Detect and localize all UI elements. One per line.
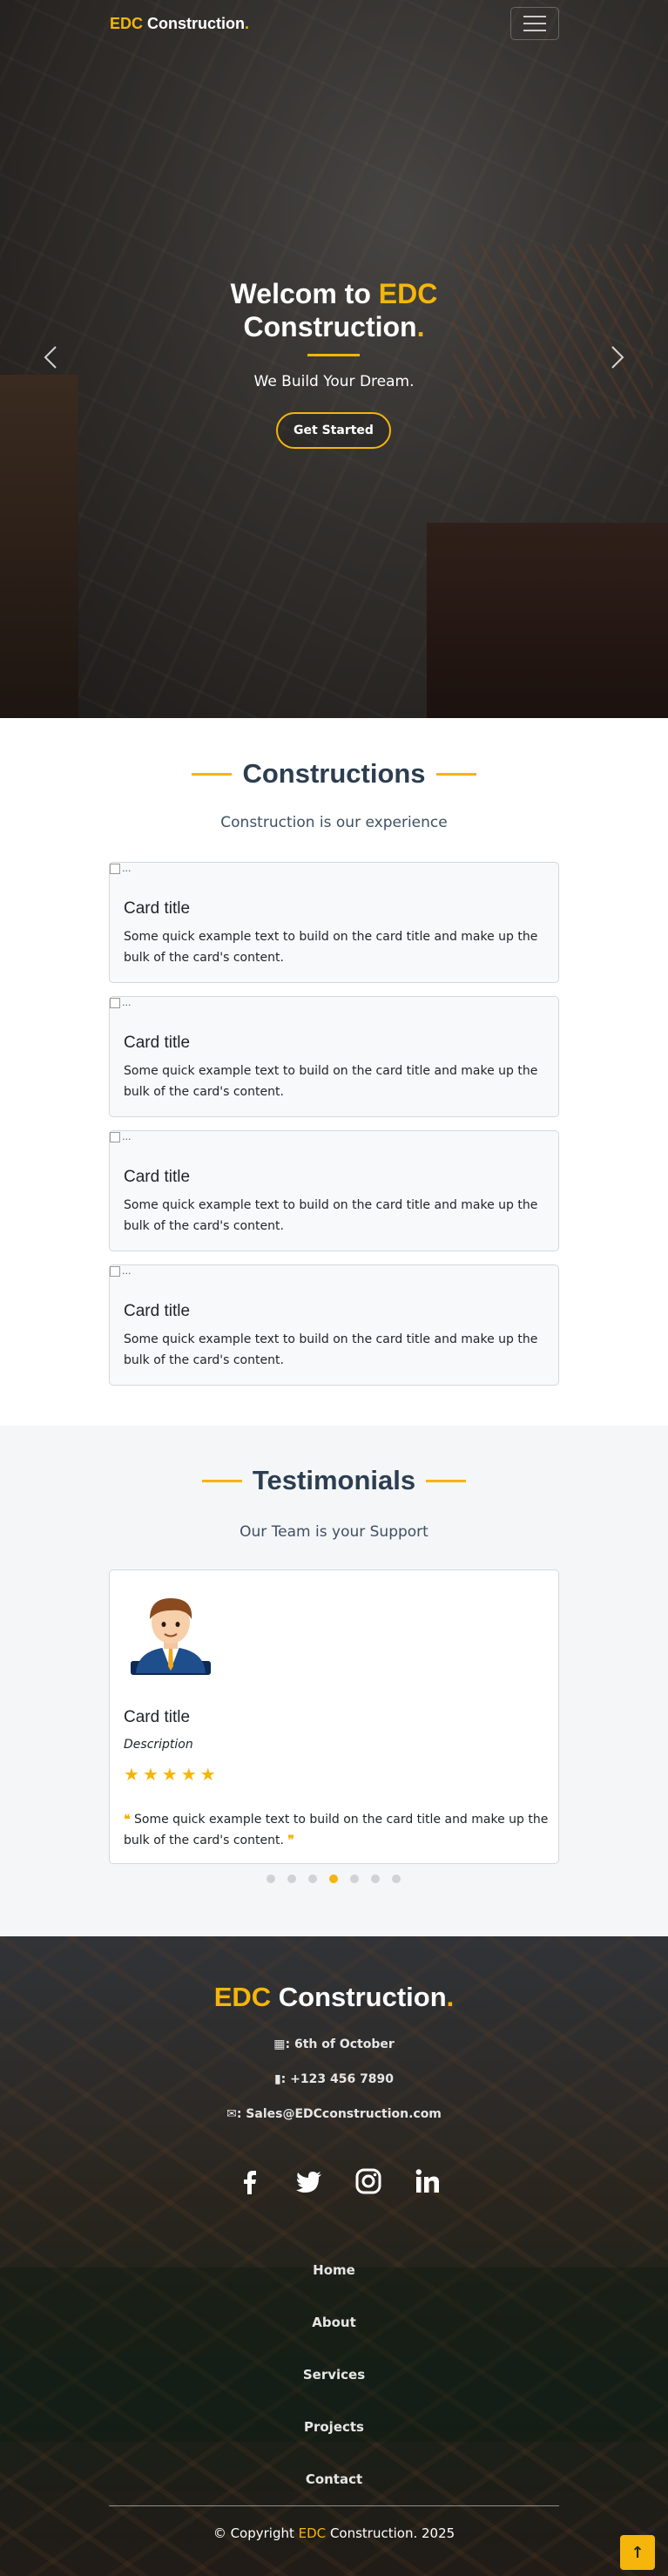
- footer-email[interactable]: ✉: Sales@EDCconstruction.com: [0, 2107, 668, 2121]
- menu-toggle-button[interactable]: [510, 7, 559, 40]
- star-icon: ★: [161, 1764, 178, 1785]
- testimonial-quote-text: Some quick example text to build on the …: [124, 1813, 549, 1847]
- social-links: [235, 2166, 442, 2196]
- testimonials-subtitle: Our Team is your Support: [240, 1523, 428, 1541]
- card-text: Some quick example text to build on the …: [124, 1064, 538, 1099]
- card-title: Card title: [124, 1302, 191, 1320]
- card-image-alt: ...: [122, 863, 132, 874]
- footer: EDC Construction. ▦: 6th of October ▮: +…: [0, 1936, 668, 2576]
- footer-phone[interactable]: ▮: +123 456 7890: [0, 2072, 668, 2086]
- footer-address-text: : 6th of October: [285, 2037, 395, 2051]
- footer-phone-text: : +123 456 7890: [280, 2072, 395, 2086]
- construction-card[interactable]: ... Card title Some quick example text t…: [109, 1130, 559, 1251]
- footer-link-home[interactable]: Home: [0, 2262, 668, 2278]
- hero-subtitle: We Build Your Dream.: [253, 373, 415, 390]
- testimonial-title: Card title: [124, 1708, 191, 1726]
- carousel-dot[interactable]: [308, 1874, 317, 1883]
- hero-title: Welcom to EDC Construction.: [230, 278, 438, 342]
- card-text: Some quick example text to build on the …: [124, 930, 538, 965]
- carousel-dot[interactable]: [371, 1874, 380, 1883]
- phone-icon: ▮: [273, 2072, 281, 2086]
- arrow-up-icon: ↑: [631, 2543, 644, 2562]
- carousel-prev-icon[interactable]: [38, 344, 64, 370]
- hamburger-icon: [523, 16, 546, 17]
- card-image-broken: ...: [110, 1265, 132, 1277]
- quote-left-icon: ❝: [124, 1813, 131, 1827]
- card-title: Card title: [124, 899, 191, 918]
- testimonials-heading: Testimonials: [0, 1465, 668, 1496]
- carousel-dot[interactable]: [267, 1874, 275, 1883]
- carousel-dot[interactable]: [392, 1874, 401, 1883]
- testimonials-title: Testimonials: [252, 1465, 416, 1495]
- footer-brand: EDC Construction.: [213, 1982, 455, 2012]
- get-started-button[interactable]: Get Started: [276, 412, 391, 449]
- testimonial-quote: ❝ Some quick example text to build on th…: [124, 1809, 550, 1851]
- brand-logo[interactable]: EDC Construction.: [110, 15, 249, 33]
- carousel-dot[interactable]: [287, 1874, 296, 1883]
- carousel-next-icon[interactable]: [604, 344, 630, 370]
- card-title: Card title: [124, 1168, 191, 1186]
- footer-email-text: : Sales@EDCconstruction.com: [236, 2107, 442, 2121]
- linkedin-icon[interactable]: [413, 2166, 442, 2196]
- card-image-alt: ...: [122, 997, 132, 1008]
- star-icon: ★: [124, 1764, 139, 1785]
- hero-divider: [307, 354, 360, 356]
- footer-link-contact[interactable]: Contact: [0, 2471, 668, 2487]
- footer-link-about[interactable]: About: [0, 2315, 668, 2330]
- navbar: EDC Construction.: [0, 0, 668, 49]
- card-text: Some quick example text to build on the …: [124, 1332, 538, 1367]
- star-icon: ★: [142, 1764, 159, 1785]
- hamburger-icon-line: [523, 30, 546, 31]
- carousel-indicators: [267, 1874, 401, 1883]
- card-title: Card title: [124, 1034, 191, 1052]
- star-icon: ★: [199, 1764, 216, 1785]
- card-text: Some quick example text to build on the …: [124, 1198, 538, 1233]
- carousel-dot-active[interactable]: [329, 1874, 338, 1883]
- card-image-broken: ...: [110, 863, 132, 874]
- envelope-icon: ✉: [226, 2107, 237, 2121]
- footer-address: ▦: 6th of October: [0, 2037, 668, 2051]
- broken-image-icon: [110, 1131, 120, 1142]
- broken-image-icon: [110, 1265, 120, 1277]
- footer-divider: [109, 2505, 559, 2506]
- testimonial-card: Card title Description ★ ★ ★ ★ ★ ❝ Some …: [109, 1569, 559, 1864]
- footer-link-services[interactable]: Services: [0, 2367, 668, 2383]
- carousel-dot[interactable]: [350, 1874, 359, 1883]
- facebook-icon[interactable]: [235, 2166, 265, 2196]
- broken-image-icon: [110, 863, 120, 874]
- card-image-broken: ...: [110, 997, 132, 1008]
- testimonial-description: Description: [124, 1738, 193, 1752]
- constructions-title: Constructions: [242, 758, 426, 789]
- constructions-heading: Constructions: [0, 758, 668, 790]
- rating-stars: ★ ★ ★ ★ ★: [124, 1764, 216, 1785]
- construction-card[interactable]: ... Card title Some quick example text t…: [109, 862, 559, 983]
- card-image-alt: ...: [122, 1131, 132, 1142]
- heading-bar: [201, 1479, 242, 1482]
- heading-bar: [435, 772, 476, 776]
- footer-link-projects[interactable]: Projects: [0, 2419, 668, 2435]
- construction-card[interactable]: ... Card title Some quick example text t…: [109, 1264, 559, 1386]
- constructions-subtitle: Construction is our experience: [220, 814, 448, 831]
- quote-right-icon: ❞: [287, 1834, 294, 1847]
- copyright: © Copyright EDC Construction. 2025: [213, 2525, 455, 2541]
- construction-card[interactable]: ... Card title Some quick example text t…: [109, 996, 559, 1117]
- heading-bar: [192, 772, 233, 776]
- card-image-alt: ...: [122, 1265, 132, 1277]
- twitter-icon[interactable]: [294, 2166, 324, 2196]
- card-image-broken: ...: [110, 1131, 132, 1142]
- hamburger-icon-line: [523, 23, 546, 24]
- broken-image-icon: [110, 997, 120, 1008]
- heading-bar: [426, 1479, 467, 1482]
- hero-overlay: [0, 0, 668, 718]
- hero-section: Welcom to EDC Construction. We Build You…: [0, 0, 668, 718]
- back-to-top-button[interactable]: ↑: [620, 2535, 655, 2570]
- building-icon: ▦: [273, 2037, 286, 2051]
- instagram-icon[interactable]: [354, 2166, 383, 2196]
- star-icon: ★: [180, 1764, 197, 1785]
- avatar: [131, 1598, 211, 1675]
